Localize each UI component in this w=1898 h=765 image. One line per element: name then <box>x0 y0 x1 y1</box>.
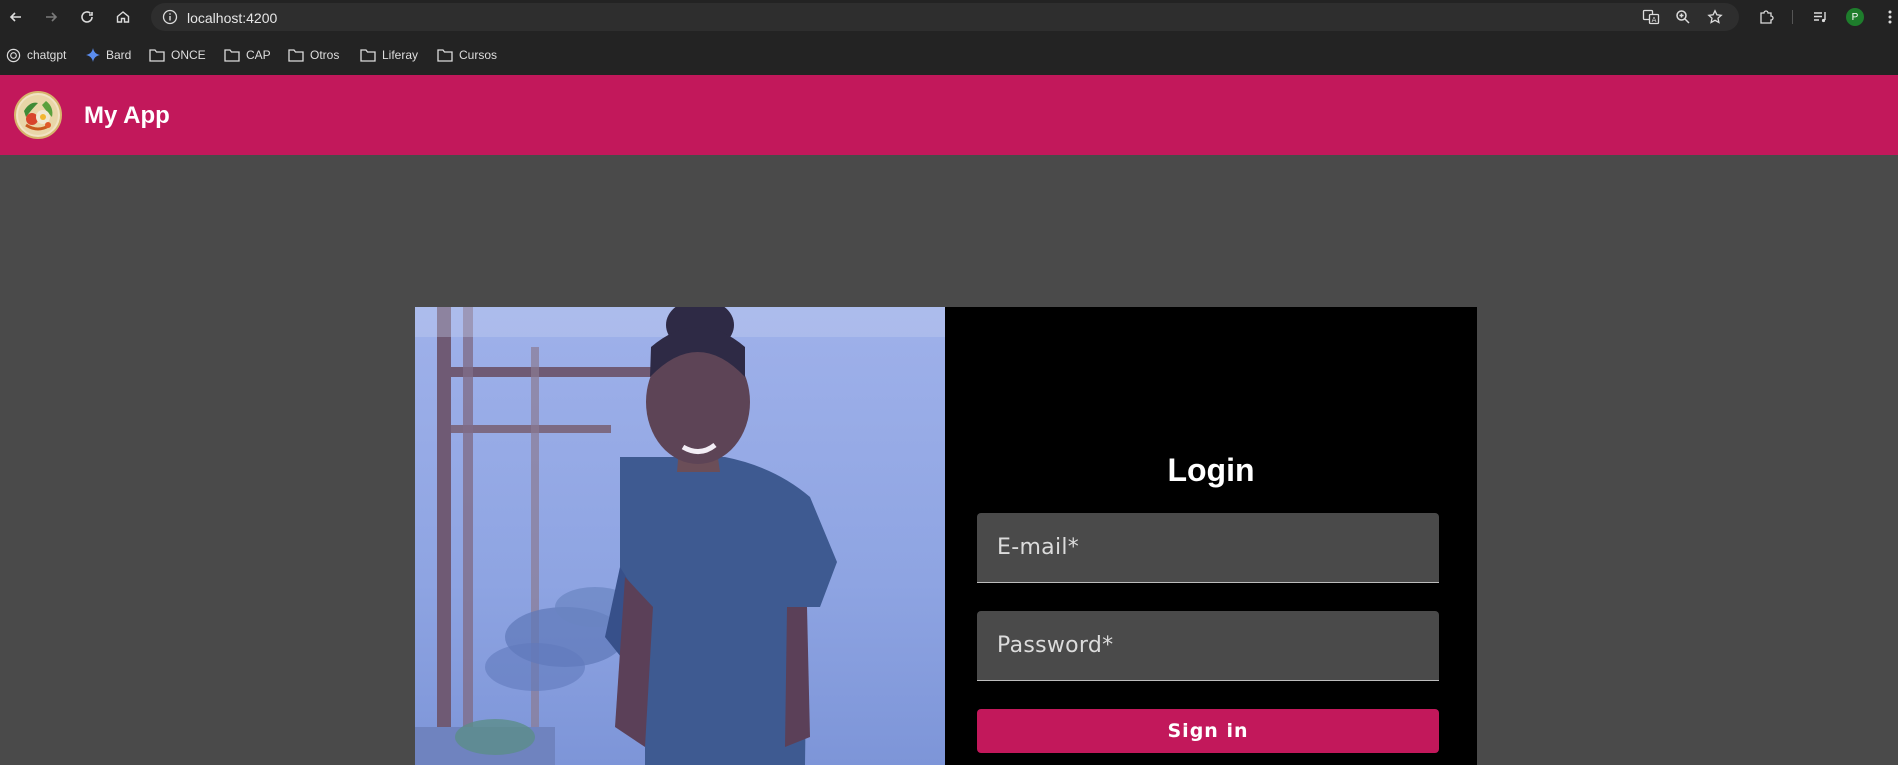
folder-icon <box>437 49 453 62</box>
bookmark-folder-cap[interactable]: CAP <box>224 46 271 64</box>
email-input[interactable] <box>977 513 1439 582</box>
bookmark-label: Liferay <box>382 48 419 62</box>
back-icon[interactable] <box>6 7 26 27</box>
zoom-icon[interactable] <box>1673 7 1693 27</box>
folder-icon <box>149 49 165 62</box>
login-hero-image <box>415 307 945 765</box>
svg-text:A: A <box>1652 16 1657 24</box>
login-title: Login <box>1167 452 1255 488</box>
app-logo <box>14 91 62 139</box>
bookmark-star-icon[interactable] <box>1705 7 1725 27</box>
folder-icon <box>360 49 376 62</box>
media-queue-icon[interactable] <box>1810 7 1830 27</box>
toolbar-divider <box>1792 10 1793 24</box>
browser-toolbar: localhost:4200 A P <box>0 0 1898 34</box>
folder-icon <box>288 49 304 62</box>
folder-icon <box>224 49 240 62</box>
bookmark-folder-otros[interactable]: Otros <box>288 46 339 64</box>
password-input[interactable] <box>977 611 1439 680</box>
bookmark-bard[interactable]: Bard <box>86 46 131 64</box>
bookmark-label: CAP <box>246 48 271 62</box>
address-bar[interactable]: localhost:4200 A <box>151 3 1739 31</box>
bookmark-label: Otros <box>310 48 340 62</box>
app-title: My App <box>84 102 170 129</box>
extensions-icon[interactable] <box>1756 7 1776 27</box>
bookmark-label: chatgpt <box>27 48 67 62</box>
bookmark-label: ONCE <box>171 48 206 62</box>
chatgpt-icon <box>6 48 21 62</box>
sign-in-button[interactable]: Sign in <box>977 709 1439 753</box>
url-text[interactable]: localhost:4200 <box>187 10 277 26</box>
bookmark-folder-once[interactable]: ONCE <box>149 46 206 64</box>
app-toolbar: My App <box>0 75 1898 155</box>
login-form: Login Sign in <box>945 307 1477 765</box>
email-field-container[interactable] <box>977 513 1439 583</box>
login-card: Login Sign in <box>415 307 1477 765</box>
bookmark-label: Bard <box>106 48 132 62</box>
forward-icon[interactable] <box>41 7 61 27</box>
profile-avatar[interactable]: P <box>1846 8 1864 26</box>
bookmark-folder-cursos[interactable]: Cursos <box>437 46 497 64</box>
reload-icon[interactable] <box>77 7 97 27</box>
bookmarks-bar: chatgpt Bard ONCE CAP Otros Liferay Curs… <box>0 34 1898 75</box>
site-info-icon[interactable] <box>162 9 178 25</box>
password-field-container[interactable] <box>977 611 1439 681</box>
home-icon[interactable] <box>113 7 133 27</box>
bookmark-folder-liferay[interactable]: Liferay <box>360 46 418 64</box>
bookmark-chatgpt[interactable]: chatgpt <box>6 46 66 64</box>
bookmark-label: Cursos <box>459 48 498 62</box>
menu-kebab-icon[interactable] <box>1880 7 1898 27</box>
bard-sparkle-icon <box>86 48 100 62</box>
translate-icon[interactable]: A <box>1641 7 1661 27</box>
